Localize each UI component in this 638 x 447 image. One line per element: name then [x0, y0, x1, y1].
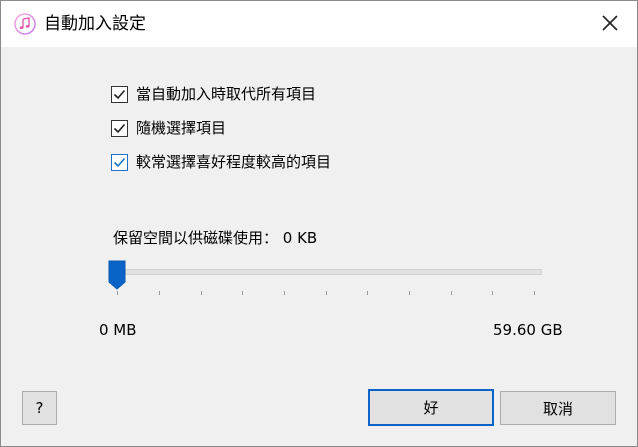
reserve-space-label: 保留空間以供磁碟使用： 0 KB [113, 229, 318, 247]
random-items-checkbox[interactable] [111, 119, 128, 137]
slider-tick [326, 291, 327, 295]
slider-max-label: 59.60 GB [493, 321, 563, 339]
dialog-title: 自動加入設定 [44, 14, 146, 34]
ok-button[interactable]: 好 [368, 389, 494, 426]
close-icon [602, 15, 618, 31]
slider-tick [492, 291, 493, 295]
slider-tick [451, 291, 452, 295]
replace-all-label: 當自動加入時取代所有項目 [136, 85, 317, 103]
checkmark-icon [113, 89, 126, 99]
slider-tick [117, 291, 118, 295]
slider-tick [367, 291, 368, 295]
checkmark-icon [113, 157, 126, 167]
prefer-higher-rated-checkbox[interactable] [111, 153, 128, 171]
title-bar: 自動加入設定 [1, 1, 637, 47]
slider-tick [159, 291, 160, 295]
option-random-items[interactable]: 隨機選擇項目 [111, 117, 226, 139]
itunes-icon [14, 13, 36, 35]
checkmark-icon [113, 123, 126, 133]
help-button[interactable]: ? [22, 391, 57, 425]
cancel-button[interactable]: 取消 [500, 391, 616, 425]
close-button[interactable] [596, 11, 624, 37]
random-items-label: 隨機選擇項目 [136, 119, 227, 137]
slider-tick [242, 291, 243, 295]
auto-fill-settings-dialog: 自動加入設定 當自動加入時取代所有項目 隨機選擇項目 較常選擇喜好程度較高的項目… [0, 0, 638, 447]
prefer-higher-rated-label: 較常選擇喜好程度較高的項目 [136, 153, 332, 171]
slider-tick [534, 291, 535, 295]
reserve-space-slider-track[interactable] [117, 269, 542, 275]
slider-tick [201, 291, 202, 295]
option-prefer-higher-rated[interactable]: 較常選擇喜好程度較高的項目 [111, 151, 331, 173]
slider-min-label: 0 MB [99, 321, 137, 339]
slider-tick [284, 291, 285, 295]
option-replace-all[interactable]: 當自動加入時取代所有項目 [111, 83, 316, 105]
replace-all-checkbox[interactable] [111, 85, 128, 103]
slider-tick [409, 291, 410, 295]
reserve-space-slider-thumb[interactable] [108, 260, 126, 290]
